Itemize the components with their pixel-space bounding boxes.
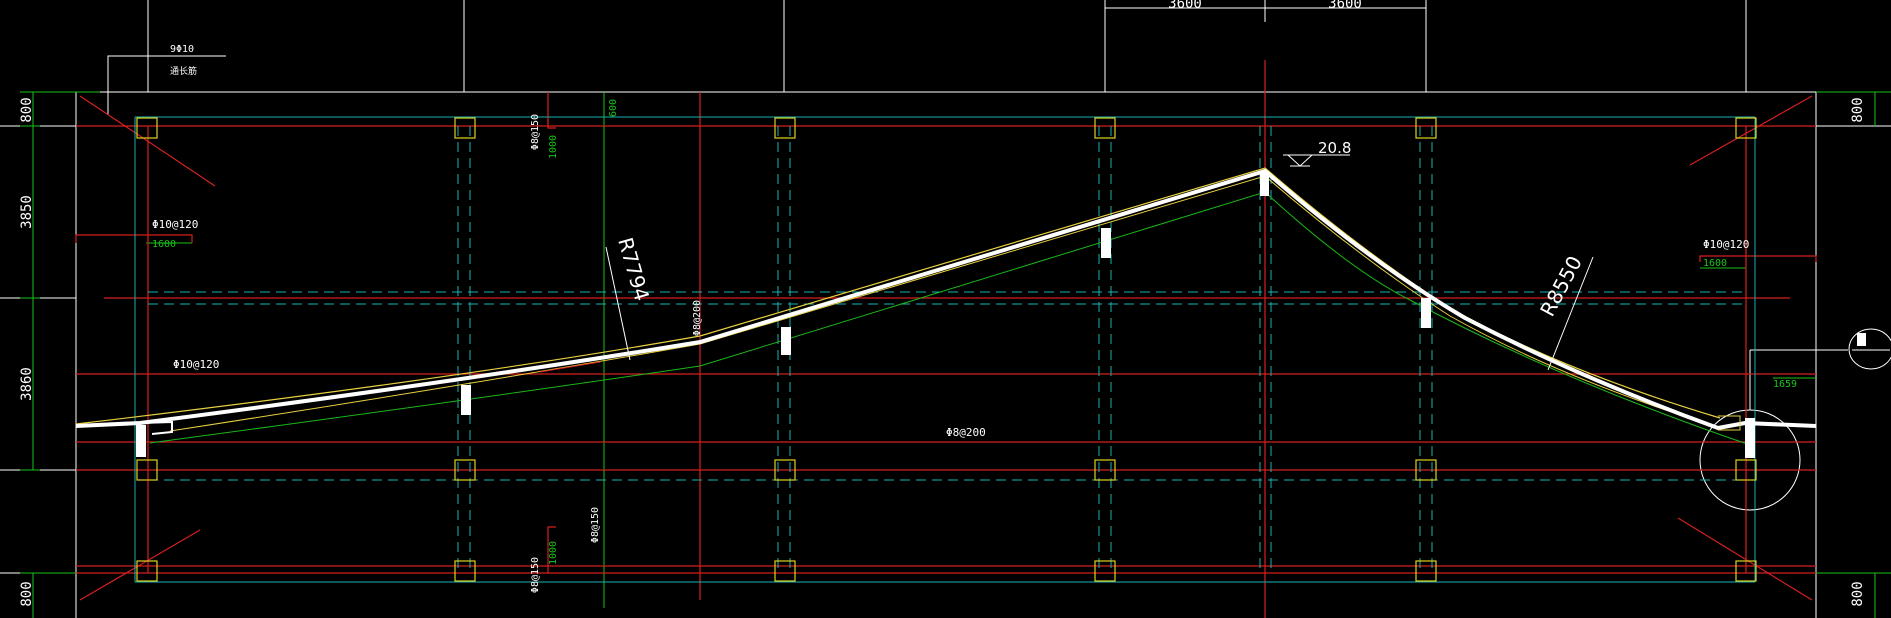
right-dim-800-top: 800: [1850, 97, 1866, 122]
left-dim-800-bottom: 800: [19, 581, 35, 606]
rebar-right-mid-len: 1659: [1773, 379, 1797, 390]
rebar-right-top-len: 1600: [1703, 258, 1727, 269]
rebar-left-mid: Φ10@120: [173, 358, 219, 371]
top-dim-1: 3600: [1168, 0, 1202, 12]
radius-left-label: R7794: [613, 235, 654, 304]
rebar-center-vertical: Φ8@200: [692, 300, 703, 336]
rebar-bottom-vertical: Φ8@150: [590, 507, 601, 543]
rebar-bottom-vertical-len: 1000: [548, 541, 559, 565]
right-dim-800-bottom: 800: [1850, 581, 1866, 606]
rebar-top-small: 600: [608, 99, 619, 117]
leader-note-line2: 通长筋: [170, 65, 197, 77]
elevation-label: 20.8: [1318, 139, 1351, 157]
rebar-left-top-len: 1600: [152, 239, 176, 250]
green-dimension-lines: [20, 91, 1891, 618]
rebar-center-horizontal: Φ8@200: [946, 426, 986, 439]
cyan-dashed-lines: [134, 116, 1756, 583]
column-markers: [136, 117, 1757, 582]
left-dim-3860: 3860: [19, 367, 35, 401]
roof-yellow-line: [75, 167, 1721, 425]
red-beam-lines: [75, 60, 1817, 618]
top-dim-2: 3600: [1328, 0, 1362, 12]
rebar-bottom-vertical-2: Φ8@150: [530, 557, 541, 593]
leader-note-line1: 9Φ10: [170, 44, 194, 55]
rebar-top-vertical-len: 1000: [548, 135, 559, 159]
section-symbol: [1852, 333, 1890, 351]
left-dim-3850: 3850: [19, 195, 35, 229]
roof-posts: [136, 171, 1755, 458]
radius-right-label: R8550: [1535, 252, 1587, 320]
rebar-right-top: Φ10@120: [1703, 238, 1749, 251]
white-grid-lines: [0, 0, 1891, 618]
rebar-top-vertical: Φ8@150: [530, 114, 541, 150]
rebar-left-top: Φ10@120: [152, 218, 198, 231]
cad-roof-plan-drawing: 3600 3600 800 3850 3860 800 800 800 9Φ10…: [0, 0, 1891, 618]
left-dim-800-top: 800: [19, 97, 35, 122]
roof-green-line: [149, 191, 1751, 446]
